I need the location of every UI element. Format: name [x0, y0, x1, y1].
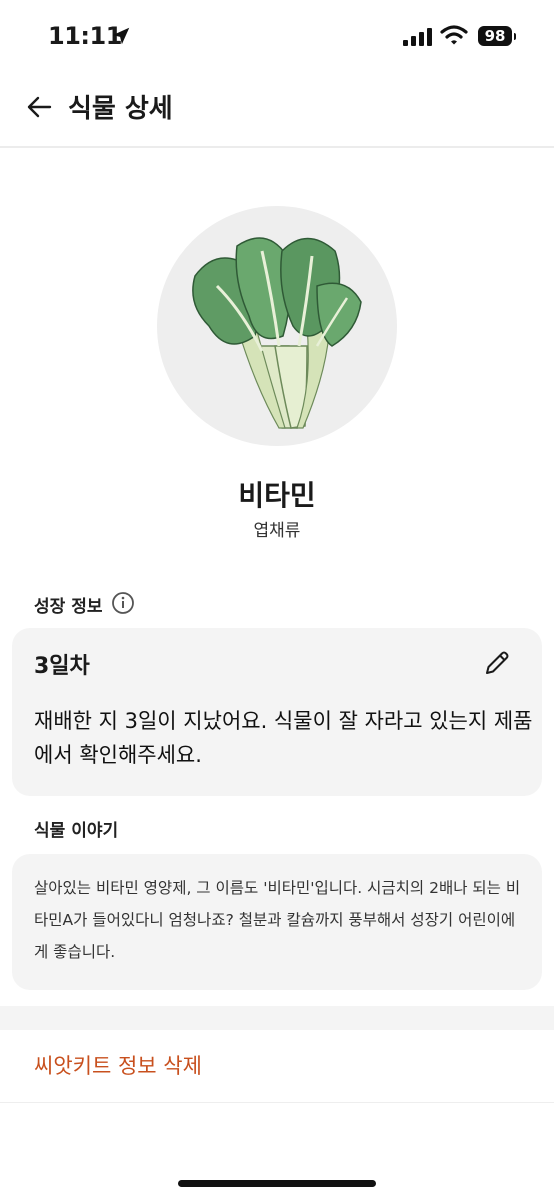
- story-card: 살아있는 비타민 영양제, 그 이름도 '비타민'입니다. 시금치의 2배나 되…: [12, 854, 542, 990]
- story-section-label: 식물 이야기: [34, 821, 119, 841]
- battery-indicator: 98: [478, 26, 516, 46]
- growth-section-label: 성장 정보: [34, 597, 103, 617]
- growth-card: 3일차 재배한 지 3일이 지났어요. 식물이 잘 자라고 있는지 제품에서 확…: [12, 628, 542, 796]
- back-arrow-icon[interactable]: [26, 94, 52, 120]
- delete-seedkit-label: 씨앗키트 정보 삭제: [34, 1054, 202, 1078]
- battery-level: 98: [484, 27, 506, 45]
- status-bar: 11:11 98: [0, 0, 554, 72]
- plant-category: 엽채류: [253, 521, 301, 541]
- plant-image: [157, 206, 397, 446]
- wifi-icon: [440, 25, 468, 45]
- growth-days: 3일차: [34, 654, 90, 679]
- section-divider: [0, 1006, 554, 1030]
- plant-name: 비타민: [238, 479, 316, 512]
- home-indicator: [178, 1180, 376, 1187]
- app-header: 식물 상세: [0, 72, 554, 148]
- signal-icon: [403, 28, 432, 46]
- leafy-green-illustration: [192, 237, 362, 429]
- story-text: 살아있는 비타민 영양제, 그 이름도 '비타민'입니다. 시금치의 2배나 되…: [34, 879, 521, 961]
- location-arrow-icon: [112, 27, 130, 45]
- delete-seedkit-button[interactable]: 씨앗키트 정보 삭제: [0, 1030, 554, 1103]
- page-title: 식물 상세: [68, 94, 173, 124]
- pencil-edit-icon[interactable]: [482, 648, 512, 678]
- info-icon[interactable]: [111, 591, 135, 615]
- growth-message: 재배한 지 3일이 지났어요. 식물이 잘 자라고 있는지 제품에서 확인해주세…: [34, 709, 533, 767]
